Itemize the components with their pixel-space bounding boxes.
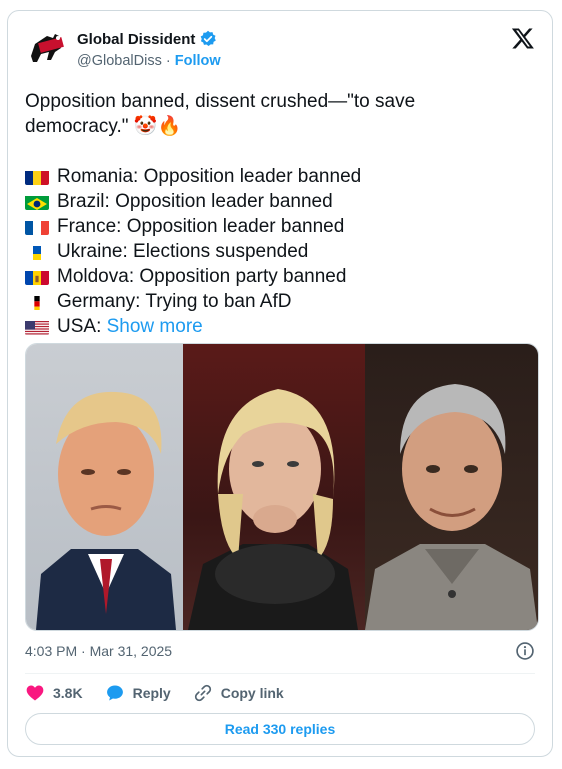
- author-name-row: Global Dissident: [77, 30, 217, 48]
- tweet-text: Opposition banned, dissent crushed—"to s…: [25, 89, 525, 339]
- info-icon[interactable]: [515, 641, 535, 661]
- list-item-text: Ukraine: Elections suspended: [57, 241, 309, 262]
- germany-flag-icon: [25, 294, 49, 310]
- action-bar: 3.8K Reply Copy link: [25, 683, 284, 703]
- reply-button[interactable]: Reply: [105, 683, 171, 703]
- list-item: France: Opposition leader banned: [25, 214, 525, 239]
- reply-label: Reply: [132, 685, 171, 701]
- ukraine-flag-icon: [25, 244, 49, 260]
- media-photo-1: [26, 344, 183, 630]
- tweet-line-1: Opposition banned, dissent crushed—"to s…: [25, 91, 416, 112]
- list-item-text: Brazil: Opposition leader banned: [57, 191, 333, 212]
- copy-link-button[interactable]: Copy link: [193, 683, 284, 703]
- reply-bubble-icon: [106, 685, 123, 701]
- verified-badge-icon: [201, 30, 217, 47]
- show-more-link[interactable]: Show more: [107, 314, 203, 339]
- x-logo-icon[interactable]: [511, 26, 535, 50]
- like-count: 3.8K: [53, 685, 83, 701]
- follow-button[interactable]: Follow: [175, 53, 221, 69]
- list-item: Brazil: Opposition leader banned: [25, 189, 525, 214]
- handle-row: @GlobalDiss · Follow: [77, 53, 221, 69]
- list-item: Moldova: Opposition party banned: [25, 264, 525, 289]
- author-name[interactable]: Global Dissident: [77, 31, 195, 48]
- tweet-card: Global Dissident @GlobalDiss · Follow Op…: [7, 10, 553, 757]
- tweet-media[interactable]: [25, 343, 539, 631]
- link-icon: [194, 684, 211, 702]
- media-photo-3: [365, 344, 538, 630]
- list-item-text: France: Opposition leader banned: [57, 216, 345, 237]
- moldova-flag-icon: [25, 269, 49, 285]
- read-replies-button[interactable]: Read 330 replies: [25, 713, 535, 745]
- romania-flag-icon: [25, 169, 49, 185]
- author-handle[interactable]: @GlobalDiss: [77, 53, 162, 69]
- usa-flag-icon: [25, 319, 49, 335]
- avatar-logo: [25, 26, 69, 70]
- list-item-text: Romania: Opposition leader banned: [57, 166, 362, 187]
- like-button[interactable]: 3.8K: [25, 683, 83, 703]
- france-flag-icon: [25, 219, 49, 235]
- media-photo-2: [183, 344, 365, 630]
- handle-separator: ·: [165, 53, 171, 69]
- tweet-line-2: democracy." 🤡🔥: [25, 116, 182, 137]
- list-item: USA: Show more: [25, 314, 525, 339]
- list-item-text: Moldova: Opposition party banned: [57, 266, 347, 287]
- list-item: Ukraine: Elections suspended: [25, 239, 525, 264]
- divider: [25, 673, 535, 674]
- list-item: Germany: Trying to ban AfD: [25, 289, 525, 314]
- list-item-text: Germany: Trying to ban AfD: [57, 291, 292, 312]
- copy-link-label: Copy link: [220, 685, 284, 701]
- list-item: Romania: Opposition leader banned: [25, 164, 525, 189]
- brazil-flag-icon: [25, 194, 49, 210]
- list-item-text: USA:: [57, 316, 107, 337]
- tweet-timestamp[interactable]: 4:03 PM · Mar 31, 2025: [25, 643, 172, 659]
- avatar[interactable]: [25, 26, 69, 70]
- heart-icon: [26, 685, 44, 701]
